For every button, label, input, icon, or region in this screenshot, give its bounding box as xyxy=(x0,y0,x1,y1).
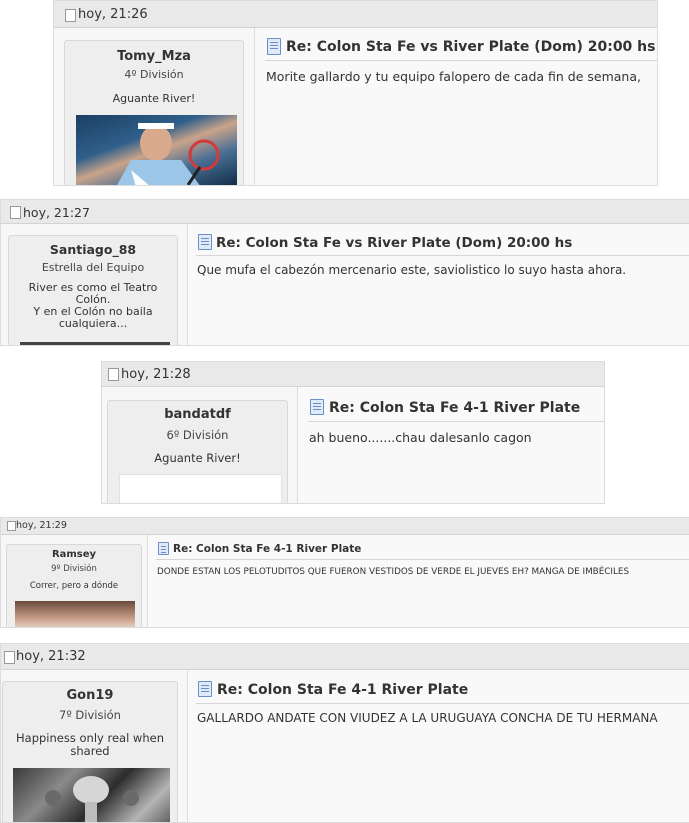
title-divider xyxy=(196,703,689,704)
user-panel: Santiago_88 Estrella del Equipo River es… xyxy=(8,235,178,345)
post-content: Re: Colon Sta Fe vs River Plate (Dom) 20… xyxy=(187,224,689,345)
document-icon xyxy=(267,38,281,55)
post-title[interactable]: Re: Colon Sta Fe vs River Plate (Dom) 20… xyxy=(216,235,572,251)
user-signature: Happiness only real when shared xyxy=(3,732,177,758)
avatar[interactable] xyxy=(20,342,170,345)
avatar[interactable] xyxy=(15,601,135,627)
post-timestamp: hoy, 21:32 xyxy=(16,649,86,664)
tennis-player-image xyxy=(117,123,220,185)
avatar[interactable] xyxy=(13,768,170,822)
post-title[interactable]: Re: Colon Sta Fe 4-1 River Plate xyxy=(173,543,361,555)
user-rank: 4º División xyxy=(124,68,184,81)
user-panel: Ramsey 9º División Correr, pero a dónde xyxy=(6,544,142,627)
post-title[interactable]: Re: Colon Sta Fe vs River Plate (Dom) 20… xyxy=(286,39,655,55)
signature-line: cualquiera... xyxy=(58,317,128,330)
signature-line: shared xyxy=(70,744,110,758)
post-message: ah bueno.......chau dalesanlo cagon xyxy=(309,430,532,445)
post-icon xyxy=(65,9,76,22)
username[interactable]: Santiago_88 xyxy=(9,242,177,257)
title-divider xyxy=(265,60,657,61)
username[interactable]: Ramsey xyxy=(7,549,141,560)
post-message: Que mufa el cabezón mercenario este, sav… xyxy=(197,263,627,277)
user-signature: Aguante River! xyxy=(154,451,241,465)
document-icon xyxy=(198,681,212,697)
post-message: Morite gallardo y tu equipo falopero de … xyxy=(266,69,641,84)
username[interactable]: bandatdf xyxy=(108,407,287,422)
forum-post: hoy, 21:32 Gon19 7º División Happiness o… xyxy=(0,643,689,823)
post-header: hoy, 21:32 xyxy=(1,644,689,670)
username[interactable]: Gon19 xyxy=(3,688,177,703)
forum-post: hoy, 21:27 Santiago_88 Estrella del Equi… xyxy=(0,199,689,346)
post-icon xyxy=(7,521,16,531)
title-divider xyxy=(308,421,604,422)
document-icon xyxy=(158,542,169,555)
user-signature: River es como el Teatro Colón. Y en el C… xyxy=(9,282,177,330)
avatar[interactable] xyxy=(76,115,237,185)
forum-post: hoy, 21:29 Ramsey 9º División Correr, pe… xyxy=(0,517,689,628)
title-divider xyxy=(156,559,689,560)
user-signature: Aguante River! xyxy=(112,92,196,105)
user-rank: 6º División xyxy=(166,428,229,442)
user-panel: bandatdf 6º División Aguante River! xyxy=(107,400,288,503)
post-content: Re: Colon Sta Fe 4-1 River Plate DONDE E… xyxy=(147,535,689,627)
trophy-celebration-image xyxy=(45,776,139,822)
post-timestamp: hoy, 21:27 xyxy=(23,205,90,220)
forum-post: hoy, 21:26 Tomy_Mza 4º División Aguante … xyxy=(53,0,658,186)
user-panel: Gon19 7º División Happiness only real wh… xyxy=(2,681,178,822)
post-icon xyxy=(10,206,21,219)
document-icon xyxy=(198,234,212,250)
forum-post: hoy, 21:28 bandatdf 6º División Aguante … xyxy=(101,361,605,504)
user-rank: Estrella del Equipo xyxy=(41,261,145,274)
post-header: hoy, 21:26 xyxy=(54,1,657,28)
title-divider xyxy=(196,255,689,256)
user-signature: Correr, pero a dónde xyxy=(29,581,119,591)
post-title[interactable]: Re: Colon Sta Fe 4-1 River Plate xyxy=(329,400,580,416)
user-rank: 9º División xyxy=(51,564,97,574)
post-timestamp: hoy, 21:28 xyxy=(121,367,191,382)
post-header: hoy, 21:28 xyxy=(102,362,604,387)
post-icon xyxy=(4,651,15,664)
post-content: Re: Colon Sta Fe 4-1 River Plate GALLARD… xyxy=(187,670,689,822)
post-header: hoy, 21:29 xyxy=(1,518,689,535)
document-icon xyxy=(310,399,324,415)
post-timestamp: hoy, 21:29 xyxy=(16,520,67,531)
username[interactable]: Tomy_Mza xyxy=(65,49,243,64)
post-timestamp: hoy, 21:26 xyxy=(78,7,148,22)
post-content: Re: Colon Sta Fe 4-1 River Plate ah buen… xyxy=(297,387,604,503)
post-title[interactable]: Re: Colon Sta Fe 4-1 River Plate xyxy=(217,682,468,698)
post-message: DONDE ESTAN LOS PELOTUDITOS QUE FUERON V… xyxy=(157,567,630,577)
post-header: hoy, 21:27 xyxy=(1,200,689,224)
post-message: GALLARDO ANDATE CON VIUDEZ A LA URUGUAYA… xyxy=(197,711,658,725)
avatar[interactable] xyxy=(119,474,282,503)
post-icon xyxy=(108,368,119,381)
user-panel: Tomy_Mza 4º División Aguante River! xyxy=(64,40,244,185)
post-content: Re: Colon Sta Fe vs River Plate (Dom) 20… xyxy=(254,28,657,185)
user-rank: 7º División xyxy=(59,708,121,722)
